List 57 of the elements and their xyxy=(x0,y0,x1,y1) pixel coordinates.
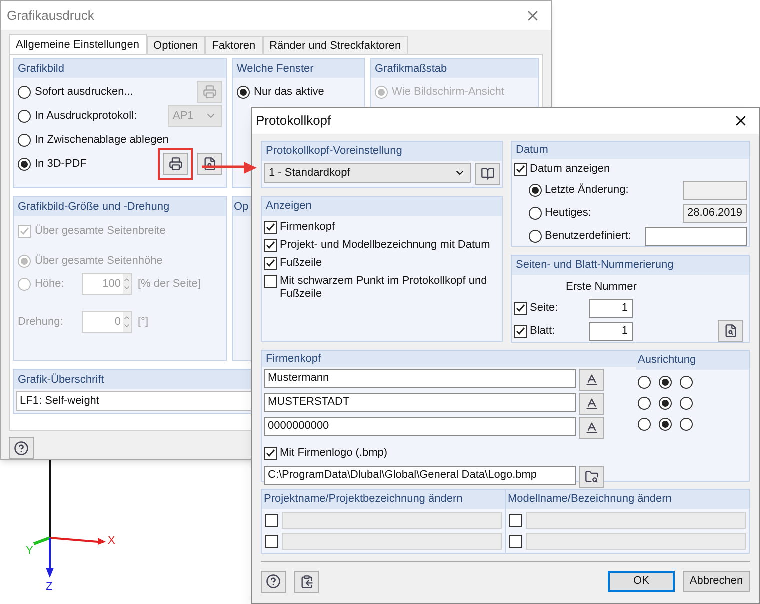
axis-label: X xyxy=(108,535,116,547)
option-label: Sofort ausdrucken... xyxy=(35,85,134,100)
unit-label: [°] xyxy=(138,315,149,330)
tab[interactable]: Faktoren xyxy=(205,36,263,54)
group-title: Grafikmaßstab xyxy=(375,62,448,77)
option-label: Letzte Änderung: xyxy=(545,182,630,198)
group-title: Datum xyxy=(516,143,548,158)
group-title: Op xyxy=(234,200,249,215)
group-title: Welche Fenster xyxy=(237,62,314,77)
column-label: Erste Nummer xyxy=(566,280,638,295)
input-field[interactable]: C:\ProgramData\Dlubal\Global\General Data\Logo.bmp xyxy=(264,466,576,484)
option-label: Höhe: xyxy=(35,277,64,292)
input-field[interactable]: 28.06.2019 xyxy=(683,204,747,223)
group-title: Seiten- und Blatt-Nummerierung xyxy=(516,258,674,274)
option-label: Drehung: xyxy=(18,315,64,330)
option-label: Fußzeile xyxy=(280,257,322,270)
option-label: Benutzerdefiniert: xyxy=(545,229,632,244)
dialog-button[interactable]: Abbrechen xyxy=(683,571,750,592)
option-label: In Ausdruckprotokoll: xyxy=(35,109,138,124)
group-title: Modellname/Bezeichnung ändern xyxy=(508,492,672,507)
option-label: In 3D-PDF xyxy=(35,157,88,172)
input-field[interactable]: Mustermann xyxy=(264,369,576,388)
option-label: Nur das aktive xyxy=(254,85,324,100)
tab[interactable]: Allgemeine Einstellungen xyxy=(9,34,147,54)
option-label: Über gesamte Seitenhöhe xyxy=(35,254,163,270)
group-title: Anzeigen xyxy=(266,199,312,214)
option-label: Mit Firmenlogo (.bmp) xyxy=(280,446,388,461)
group-title: Protokollkopf-Voreinstellung xyxy=(266,144,402,160)
option-label: Projekt- und Modellbezeichnung mit Datum xyxy=(280,239,490,252)
input-field[interactable]: 1 xyxy=(589,322,633,341)
option-label: Heutiges: xyxy=(545,206,592,222)
option-label: Datum anzeigen xyxy=(530,162,610,178)
group-title: Grafik-Überschrift xyxy=(18,372,104,388)
option-label: Mit schwarzem Punkt im Protokollkopf und Fußzeile xyxy=(280,275,488,301)
dialog-button[interactable]: OK xyxy=(608,571,675,592)
group-title: Grafikbild xyxy=(18,62,64,77)
option-label: Seite: xyxy=(530,301,560,316)
option-label: In Zwischenablage ablegen xyxy=(35,133,170,148)
tab[interactable]: Optionen xyxy=(146,36,206,54)
option-label: Firmenkopf xyxy=(280,221,336,234)
group-title: Grafikbild-Größe und -Drehung xyxy=(18,200,170,215)
input-field[interactable]: 0000000000 xyxy=(264,417,576,436)
axis-label: Y xyxy=(26,545,34,557)
input-field[interactable]: 1 xyxy=(589,299,633,318)
tab[interactable]: Ränder und Streckfaktoren xyxy=(262,36,408,54)
dropdown[interactable]: 1 - Standardkopf xyxy=(264,163,471,183)
group-title: Projektname/Projektbezeichnung ändern xyxy=(264,492,463,507)
option-label: Über gesamte Seitenbreite xyxy=(35,224,166,240)
option-label: Wie Bildschirm-Ansicht xyxy=(392,85,504,100)
axis-label: Z xyxy=(46,581,53,593)
group-title: Ausrichtung xyxy=(638,352,696,368)
input-field[interactable]: MUSTERSTADT xyxy=(264,393,576,412)
window-title: Protokollkopf xyxy=(256,112,332,130)
option-label: Blatt: xyxy=(530,324,556,340)
window-title: Grafikausdruck xyxy=(7,6,94,25)
unit-label: [% der Seite] xyxy=(138,277,201,292)
group-title: Firmenkopf xyxy=(266,352,322,366)
